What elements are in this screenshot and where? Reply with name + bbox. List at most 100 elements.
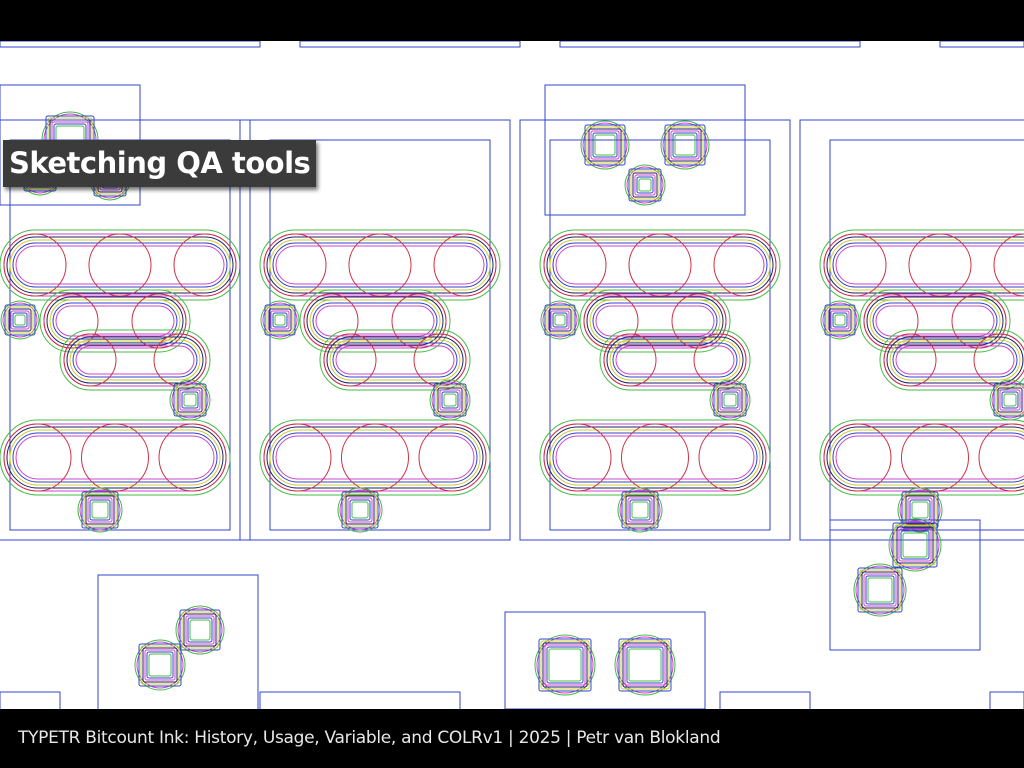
- pixel-node: [911, 501, 929, 519]
- pixel-node: [660, 120, 710, 170]
- pixel-node: [349, 499, 371, 521]
- pixel-node: [439, 389, 461, 411]
- pixel-node: [865, 575, 895, 605]
- pixel-node: [867, 577, 893, 603]
- pixel-node: [187, 617, 213, 643]
- pixel-circle: [418, 423, 487, 492]
- pixel-node: [183, 393, 197, 407]
- pixel-circle: [158, 423, 227, 492]
- capsule-outline: [829, 429, 1024, 486]
- bounding-box: [719, 691, 811, 709]
- slide-title: Sketching QA tools: [9, 146, 311, 180]
- capsule-outline: [549, 239, 771, 291]
- pixel-node: [674, 134, 696, 156]
- pixel-circle: [3, 423, 72, 492]
- capsule-outline: [829, 239, 1024, 291]
- capsule-outline: [6, 236, 234, 294]
- pixel-node: [614, 634, 676, 696]
- capsule-outline: [823, 423, 1024, 492]
- capsule-outline: [546, 236, 774, 294]
- pixel-node: [626, 166, 664, 204]
- title-box: Sketching QA tools: [3, 140, 317, 187]
- pixel-node: [268, 308, 292, 332]
- capsule-outline: [832, 242, 1024, 288]
- pixel-node: [544, 644, 586, 686]
- capsule-outline: [46, 296, 184, 346]
- pixel-node: [861, 571, 899, 609]
- capsule-outline: [555, 245, 765, 285]
- pixel-node: [621, 491, 659, 529]
- pixel-node: [81, 491, 119, 529]
- pixel-circle: [621, 423, 689, 492]
- pixel-circle: [901, 423, 969, 492]
- capsule-outline: [549, 429, 761, 486]
- pixel-node: [443, 393, 457, 407]
- pixel-node: [999, 389, 1021, 411]
- capsule-outline: [875, 305, 995, 337]
- pixel-node: [8, 308, 32, 332]
- capsule-outline: [3, 423, 227, 492]
- pixel-node: [136, 641, 184, 689]
- pixel-node: [548, 648, 582, 682]
- pixel-node: [896, 526, 934, 564]
- pixel-node: [666, 126, 704, 164]
- pixel-circle: [978, 423, 1024, 492]
- pixel-circle: [698, 423, 767, 492]
- slide: Sketching QA tools TYPETR Bitcount Ink: …: [0, 0, 1024, 768]
- pixel-node: [900, 530, 930, 560]
- capsule-outline: [895, 345, 1015, 375]
- capsule-outline: [543, 423, 767, 492]
- pixel-node: [14, 314, 26, 326]
- pixel-node: [629, 499, 651, 521]
- pixel-node: [146, 651, 174, 679]
- capsule-outline: [272, 242, 488, 288]
- pixel-circle: [81, 423, 149, 492]
- pixel-circle: [263, 423, 332, 492]
- bounding-box: [0, 41, 261, 48]
- pixel-node: [586, 126, 624, 164]
- pixel-node: [171, 381, 209, 419]
- pixel-circle: [341, 423, 409, 492]
- capsule-outline: [335, 345, 455, 375]
- capsule-outline: [15, 245, 225, 285]
- capsule-outline: [866, 296, 1004, 346]
- pixel-circle: [823, 423, 892, 492]
- pixel-node: [175, 605, 225, 655]
- pixel-node: [628, 648, 662, 682]
- pixel-circle: [693, 333, 747, 387]
- capsule-outline: [326, 336, 464, 384]
- pixel-node: [855, 565, 905, 615]
- capsule-outline: [886, 336, 1024, 384]
- capsule-outline: [835, 435, 1024, 480]
- capsule-outline: [269, 239, 491, 291]
- pixel-node: [672, 132, 698, 158]
- pixel-node: [534, 634, 596, 696]
- bounding-box: [299, 41, 521, 48]
- pixel-node: [91, 501, 109, 519]
- capsule-outline: [75, 345, 195, 375]
- pixel-node: [828, 308, 852, 332]
- footer-caption: TYPETR Bitcount Ink: History, Usage, Var…: [18, 728, 721, 748]
- capsule-outline: [606, 336, 744, 384]
- capsule-outline: [832, 432, 1024, 483]
- pixel-node: [834, 314, 846, 326]
- pixel-circle: [413, 333, 467, 387]
- pixel-node: [89, 499, 111, 521]
- pixel-node: [142, 647, 178, 683]
- capsule-outline: [9, 429, 221, 486]
- pixel-node: [179, 389, 201, 411]
- pixel-node: [341, 491, 379, 529]
- pixel-node: [909, 499, 931, 521]
- capsule-outline: [275, 435, 475, 480]
- pixel-node: [620, 640, 670, 690]
- pixel-node: [148, 653, 172, 677]
- capsule-outline: [55, 305, 175, 337]
- capsule-outline: [9, 239, 231, 291]
- pixel-node: [540, 640, 590, 690]
- pixel-node: [274, 314, 286, 326]
- pixel-node: [262, 302, 298, 338]
- capsule-outline: [263, 423, 487, 492]
- capsule-outline: [272, 432, 478, 483]
- capsule-outline: [15, 435, 215, 480]
- capsule-outline: [0, 419, 231, 496]
